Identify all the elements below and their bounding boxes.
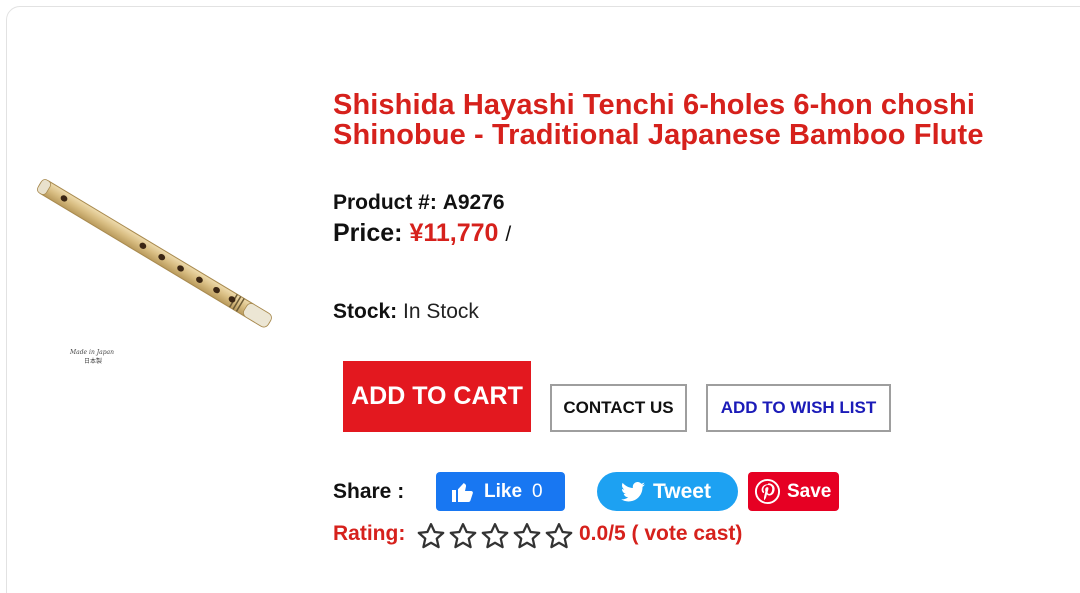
- product-number-label: Product #:: [333, 191, 437, 214]
- product-number-row: Product #: A9276: [333, 191, 505, 215]
- star-outline-icon[interactable]: [480, 521, 510, 551]
- thumbs-up-icon: [452, 482, 473, 502]
- contact-us-button[interactable]: CONTACT US: [550, 384, 687, 432]
- pinterest-save-label: Save: [787, 480, 832, 502]
- star-outline-icon[interactable]: [448, 521, 478, 551]
- stock-value: In Stock: [403, 300, 479, 323]
- stock-label: Stock:: [333, 300, 398, 323]
- stock-row: Stock: In Stock: [333, 300, 479, 324]
- add-to-wish-list-button[interactable]: ADD TO WISH LIST: [706, 384, 891, 432]
- tweet-button[interactable]: Tweet: [597, 472, 738, 511]
- price-row: Price: ¥11,770 /: [333, 219, 511, 248]
- facebook-like-button[interactable]: Like 0: [436, 472, 565, 511]
- price-label: Price:: [333, 219, 403, 247]
- image-caption-jp: 日本製: [84, 357, 102, 365]
- pinterest-icon: [754, 478, 781, 505]
- add-to-cart-button[interactable]: ADD TO CART: [343, 361, 531, 432]
- product-image[interactable]: Made in Japan 日本製: [26, 92, 308, 392]
- price-value: ¥11,770: [409, 219, 499, 247]
- product-number-value: A9276: [442, 191, 505, 214]
- facebook-like-label: Like: [484, 480, 523, 502]
- star-outline-icon[interactable]: [416, 521, 446, 551]
- pinterest-save-button[interactable]: Save: [748, 472, 839, 511]
- image-caption: Made in Japan: [69, 349, 114, 356]
- price-separator: /: [505, 223, 512, 246]
- star-outline-icon[interactable]: [512, 521, 542, 551]
- product-title-line2: Shinobue - Traditional Japanese Bamboo F…: [333, 119, 984, 151]
- star-outline-icon[interactable]: [544, 521, 574, 551]
- rating-label: Rating:: [333, 522, 406, 545]
- facebook-like-count: 0: [532, 480, 543, 502]
- twitter-bird-icon: [621, 481, 645, 501]
- product-title-line1: Shishida Hayashi Tenchi 6-holes 6-hon ch…: [333, 89, 975, 121]
- product-title: Shishida Hayashi Tenchi 6-holes 6-hon ch…: [333, 90, 1073, 150]
- rating-value: 0.0/5 ( vote cast): [579, 522, 743, 545]
- share-label: Share :: [333, 480, 405, 503]
- tweet-label: Tweet: [653, 479, 711, 503]
- rating-stars: [416, 521, 574, 551]
